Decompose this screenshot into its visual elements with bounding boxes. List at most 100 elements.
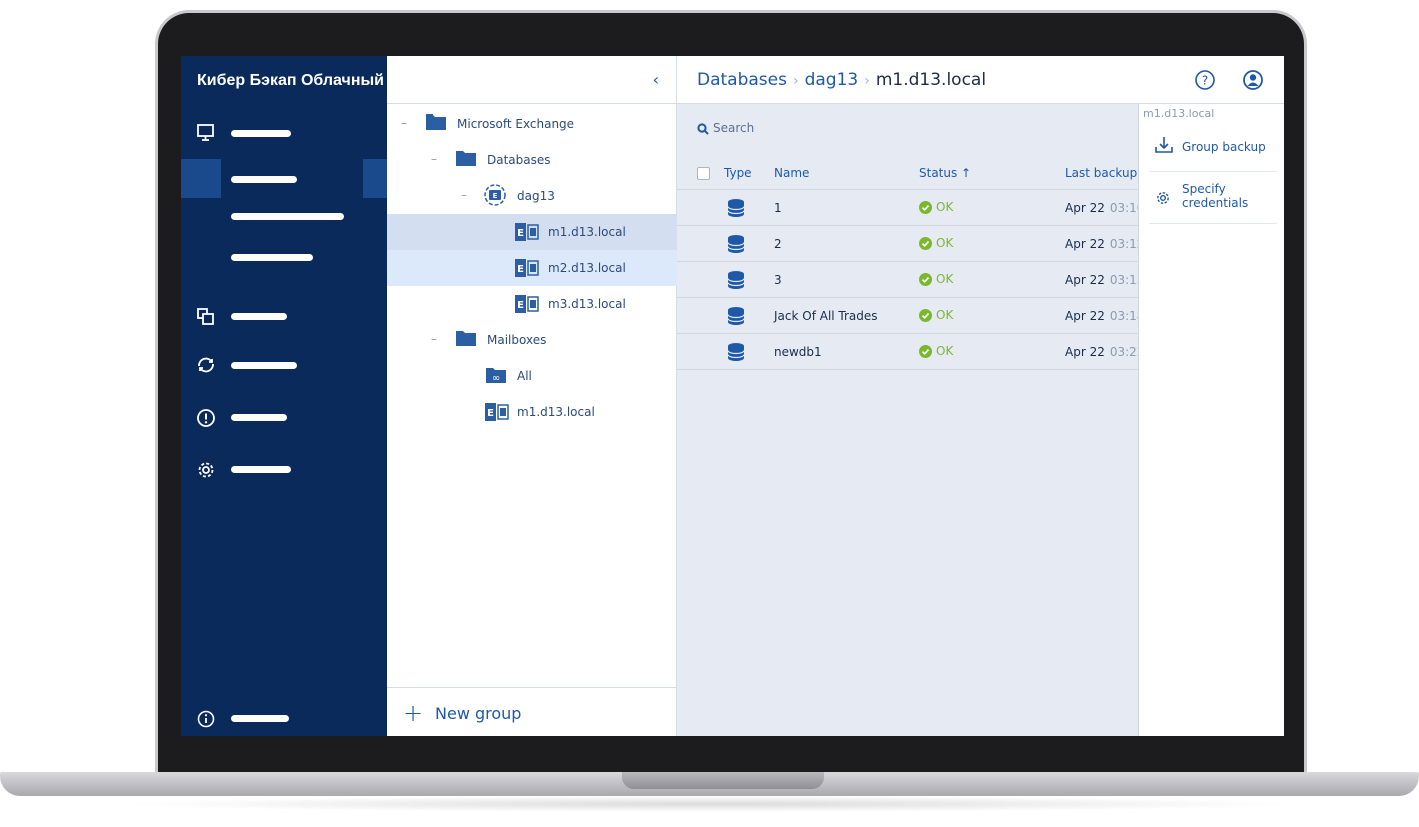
sidebar-item-plans[interactable] [181,298,387,338]
user-icon[interactable] [1242,69,1264,91]
database-icon [727,235,745,253]
svg-text:E: E [517,264,524,275]
dag-icon: E [484,184,506,206]
action-label-line: Specify [1182,182,1226,196]
cell-last-backup: Apr 22 03:18 [1065,309,1144,323]
column-header-type[interactable]: Type [724,166,752,180]
group-backup-button[interactable]: Group backup [1149,128,1277,172]
sidebar-item-devices[interactable] [181,114,387,154]
backup-date: Apr 22 [1065,237,1105,251]
cell-name: Jack Of All Trades [774,309,878,323]
sidebar-item-settings[interactable] [181,451,387,491]
breadcrumb-item-dag13[interactable]: dag13 [805,70,859,90]
cell-last-backup: Apr 22 03:15 [1065,273,1144,287]
main-content: Databases › dag13 › m1.d13.local ? Search Ty… [677,56,1284,736]
collapse-toggle[interactable]: – [431,332,437,346]
new-group-button[interactable]: + New group [387,687,677,736]
sidebar-item-backup[interactable] [181,346,387,386]
status-text: OK [936,344,954,358]
sidebar-item-label [231,213,344,220]
laptop-notch [622,772,824,789]
sidebar-item-label [231,313,287,320]
exchange-icon: E [515,223,539,241]
sidebar: Кибер Бэкап Облачный [181,56,387,736]
table-row[interactable]: 2 OK Apr 22 03:12 [677,226,1144,262]
ok-check-icon [919,309,932,322]
cell-name: 1 [774,201,782,215]
ok-check-icon [919,345,932,358]
app-window: Кибер Бэкап Облачный ‹ – Microsoft Excha… [181,56,1284,736]
specify-credentials-button[interactable]: Specify credentials [1149,172,1277,224]
action-label: Group backup [1182,140,1266,154]
column-header-last-backup[interactable]: Last backup [1065,166,1137,180]
tree-item-microsoft-exchange[interactable]: – Microsoft Exchange [387,106,677,142]
tree-item-label: All [517,369,532,383]
svg-text:∞: ∞ [492,373,500,384]
select-all-checkbox[interactable] [697,167,710,180]
breadcrumb-separator: › [792,73,799,89]
svg-text:E: E [517,300,524,311]
chevron-left-icon[interactable]: ‹ [653,70,659,89]
actions-panel: m1.d13.local Group backup Specify credent… [1138,104,1284,736]
tree-item-label: Mailboxes [487,333,547,347]
cell-last-backup: Apr 22 03:22 [1065,345,1144,359]
table-row[interactable]: 3 OK Apr 22 03:15 [677,262,1144,298]
collapse-toggle[interactable]: – [461,188,467,202]
sidebar-item-alerts[interactable] [181,399,387,439]
breadcrumb: Databases › dag13 › m1.d13.local [697,70,986,90]
tree-item-mailboxes[interactable]: – Mailboxes [387,322,677,358]
gear-icon [198,462,214,478]
status-text: OK [936,308,954,322]
folder-icon [456,151,476,166]
laptop-shadow [120,796,1300,812]
exchange-icon: E [485,403,509,421]
tree-item-mailbox-m1[interactable]: E m1.d13.local [387,394,677,430]
backup-date: Apr 22 [1065,345,1105,359]
tree-item-label: dag13 [517,189,555,203]
collapse-toggle[interactable]: – [431,152,437,166]
search-placeholder: Search [713,121,755,135]
tree-item-m3[interactable]: E m3.d13.local [387,286,677,322]
tree-item-all[interactable]: ∞ All [387,358,677,394]
new-group-label: New group [435,704,522,723]
svg-text:?: ? [1202,74,1208,88]
svg-text:E: E [493,192,498,200]
database-icon [727,307,745,325]
sidebar-subitem-2[interactable] [181,199,387,239]
actions-panel-title: m1.d13.local [1143,107,1215,120]
breadcrumb-item-databases[interactable]: Databases [697,70,787,90]
ok-check-icon [919,201,932,214]
table-row[interactable]: newdb1 OK Apr 22 03:22 [677,334,1144,370]
table-row[interactable]: Jack Of All Trades OK Apr 22 03:18 [677,298,1144,334]
sidebar-subitem-3[interactable] [181,239,387,279]
tree-item-m2[interactable]: E m2.d13.local [387,250,677,286]
cell-name: newdb1 [774,345,822,359]
folder-icon [456,331,476,346]
search-input[interactable]: Search [697,121,754,135]
help-icon[interactable]: ? [1194,69,1216,91]
tree-item-m1[interactable]: E m1.d13.local [387,214,677,250]
column-header-status[interactable]: Status ↑ [919,166,971,180]
copy-icon [197,308,214,325]
ok-check-icon [919,237,932,250]
collapse-toggle[interactable]: – [401,116,407,130]
cell-last-backup: Apr 22 03:12 [1065,237,1144,251]
action-label-line: credentials [1182,196,1249,210]
sidebar-item-about[interactable] [181,700,387,736]
status-text: OK [936,272,954,286]
tree-item-label: Databases [487,153,551,167]
column-header-name[interactable]: Name [774,166,809,180]
sidebar-item-label [231,715,289,722]
table-row[interactable]: 1 OK Apr 22 03:10 [677,190,1144,226]
svg-text:E: E [517,228,524,239]
tree-item-databases[interactable]: – Databases [387,142,677,178]
monitor-icon [197,124,214,141]
tree-item-dag13[interactable]: – E dag13 [387,178,677,214]
alert-icon [197,409,215,427]
tree-header: ‹ [387,56,677,104]
sidebar-subitem-1[interactable] [181,159,387,199]
tree-item-label: Microsoft Exchange [457,117,575,131]
status-text: OK [936,236,954,250]
cell-status: OK [919,272,953,286]
exchange-icon: E [515,259,539,277]
